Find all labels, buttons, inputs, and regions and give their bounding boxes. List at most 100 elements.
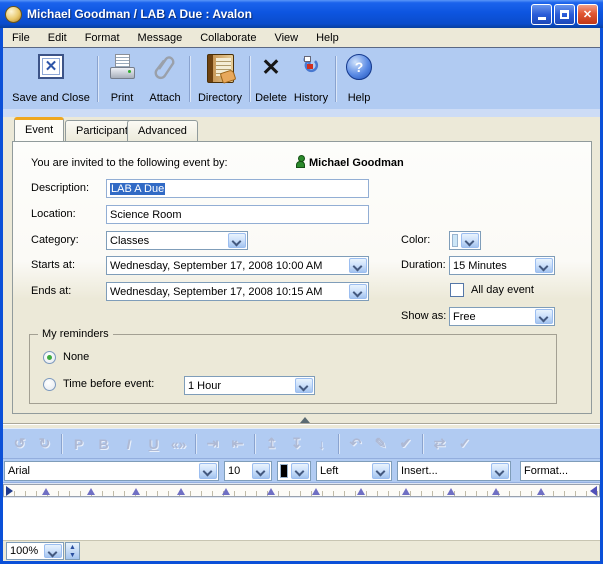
insert-below-icon[interactable]: ↓ xyxy=(309,436,334,452)
all-day-checkbox[interactable] xyxy=(450,283,464,297)
tab-stop-marker[interactable] xyxy=(357,488,365,495)
tab-stop-marker[interactable] xyxy=(492,488,500,495)
description-input[interactable]: LAB A Due xyxy=(106,179,369,198)
bold-icon[interactable]: B xyxy=(91,436,116,452)
starts-at-label: Starts at: xyxy=(31,259,75,271)
tab-stop-marker[interactable] xyxy=(267,488,275,495)
delete-x-icon: ✕ xyxy=(261,54,280,80)
chevron-down-icon xyxy=(349,284,367,299)
attach-button[interactable]: Attach xyxy=(144,54,186,104)
spinner-up-icon[interactable]: ▲ xyxy=(69,544,76,551)
spellcheck-icon[interactable]: ✓ xyxy=(452,435,477,452)
ruler[interactable] xyxy=(3,484,600,497)
menubar: File Edit Format Message Collaborate Vie… xyxy=(3,28,600,48)
history-button[interactable]: ↻ History xyxy=(290,54,332,104)
reminder-none-radio[interactable] xyxy=(43,351,56,364)
toolbar-separator xyxy=(61,434,62,454)
text-color-select[interactable] xyxy=(277,461,311,481)
ends-at-select[interactable]: Wednesday, September 17, 2008 10:15 AM xyxy=(106,282,369,301)
quotes-icon[interactable]: «» xyxy=(166,436,191,452)
menu-help[interactable]: Help xyxy=(307,30,348,46)
pane-splitter[interactable] xyxy=(3,414,600,428)
window-border-left xyxy=(0,28,3,564)
save-and-close-button[interactable]: ✕ Save and Close xyxy=(9,54,93,104)
font-family-select[interactable]: Arial xyxy=(4,461,219,481)
menu-edit[interactable]: Edit xyxy=(39,30,76,46)
menu-file[interactable]: File xyxy=(3,30,39,46)
chevron-down-icon xyxy=(535,258,553,273)
titlebar[interactable]: Michael Goodman / LAB A Due : Avalon ✕ xyxy=(0,0,603,28)
paragraph-icon[interactable]: P xyxy=(66,436,91,452)
space-above-icon[interactable]: ↥ xyxy=(259,435,284,452)
invite-label: You are invited to the following event b… xyxy=(31,157,228,169)
zoom-spinner[interactable]: ▲▼ xyxy=(65,542,80,560)
menu-view[interactable]: View xyxy=(265,30,307,46)
indent-icon[interactable]: ⇥ xyxy=(200,435,225,452)
close-button[interactable]: ✕ xyxy=(577,4,598,25)
tab-stop-marker[interactable] xyxy=(312,488,320,495)
color-swatch xyxy=(452,234,458,247)
tab-stop-marker[interactable] xyxy=(222,488,230,495)
delete-button[interactable]: ✕ Delete xyxy=(253,54,289,104)
reminder-time-radio[interactable] xyxy=(43,378,56,391)
toolbar-separator xyxy=(335,56,336,102)
event-form-panel: You are invited to the following event b… xyxy=(12,141,592,414)
space-below-icon[interactable]: ↧ xyxy=(284,435,309,452)
redo-icon[interactable]: ↻ xyxy=(32,435,57,452)
outdent-icon[interactable]: ⇤ xyxy=(225,435,250,452)
minimize-button[interactable] xyxy=(531,4,552,25)
tab-stop-marker[interactable] xyxy=(447,488,455,495)
location-input[interactable]: Science Room xyxy=(106,205,369,224)
color-select[interactable] xyxy=(449,231,481,250)
duration-select[interactable]: 15 Minutes xyxy=(449,256,555,275)
tab-stop-marker[interactable] xyxy=(132,488,140,495)
tab-stop-marker[interactable] xyxy=(177,488,185,495)
find-replace-icon[interactable]: ⇄ xyxy=(427,435,452,452)
zoom-select[interactable]: 100% xyxy=(6,542,64,560)
tab-event[interactable]: Event xyxy=(14,117,64,141)
directory-button[interactable]: Directory xyxy=(193,54,247,104)
spinner-down-icon[interactable]: ▼ xyxy=(69,552,76,559)
category-select[interactable]: Classes xyxy=(106,231,248,250)
menu-message[interactable]: Message xyxy=(129,30,192,46)
font-size-select[interactable]: 10 xyxy=(224,461,272,481)
tab-stop-marker[interactable] xyxy=(402,488,410,495)
revert-icon[interactable]: ↶ xyxy=(343,435,368,452)
underline-icon[interactable]: U xyxy=(141,436,166,452)
reminder-time-label: Time before event: xyxy=(63,378,154,390)
menu-format[interactable]: Format xyxy=(76,30,129,46)
starts-at-select[interactable]: Wednesday, September 17, 2008 10:00 AM xyxy=(106,256,369,275)
tab-stop-marker[interactable] xyxy=(87,488,95,495)
main-toolbar: ✕ Save and Close Print Attach Directory … xyxy=(3,47,600,109)
align-select[interactable]: Left xyxy=(316,461,392,481)
toolbar-separator xyxy=(422,434,423,454)
insert-select[interactable]: Insert... xyxy=(397,461,511,481)
tab-stop-marker[interactable] xyxy=(537,488,545,495)
show-as-label: Show as: xyxy=(401,310,446,322)
undo-icon[interactable]: ↺ xyxy=(7,435,32,452)
tab-stop-marker[interactable] xyxy=(42,488,50,495)
chevron-down-icon xyxy=(252,463,270,479)
italic-icon[interactable]: I xyxy=(116,436,141,452)
tab-advanced[interactable]: Advanced xyxy=(127,120,198,141)
right-margin-marker[interactable] xyxy=(590,486,597,496)
format-select[interactable]: Format... xyxy=(520,461,603,481)
reminder-time-select[interactable]: 1 Hour xyxy=(184,376,315,395)
duration-label: Duration: xyxy=(401,259,446,271)
tab-strip: Event Participants Advanced xyxy=(3,117,600,141)
window-controls: ✕ xyxy=(531,4,598,25)
message-body[interactable] xyxy=(3,498,600,540)
save-close-icon: ✕ xyxy=(38,54,64,79)
left-margin-marker[interactable] xyxy=(6,486,13,496)
maximize-button[interactable] xyxy=(554,4,575,25)
toolbar-separator xyxy=(338,434,339,454)
show-as-select[interactable]: Free xyxy=(449,307,555,326)
menu-collaborate[interactable]: Collaborate xyxy=(191,30,265,46)
chevron-down-icon xyxy=(349,258,367,273)
approve-icon[interactable]: ✔ xyxy=(393,435,418,452)
pen-icon[interactable]: ✎ xyxy=(368,435,393,452)
help-button[interactable]: ? Help xyxy=(341,54,377,104)
reminder-none-label: None xyxy=(63,351,89,363)
toolbar-separator xyxy=(189,56,190,102)
print-button[interactable]: Print xyxy=(103,54,141,104)
